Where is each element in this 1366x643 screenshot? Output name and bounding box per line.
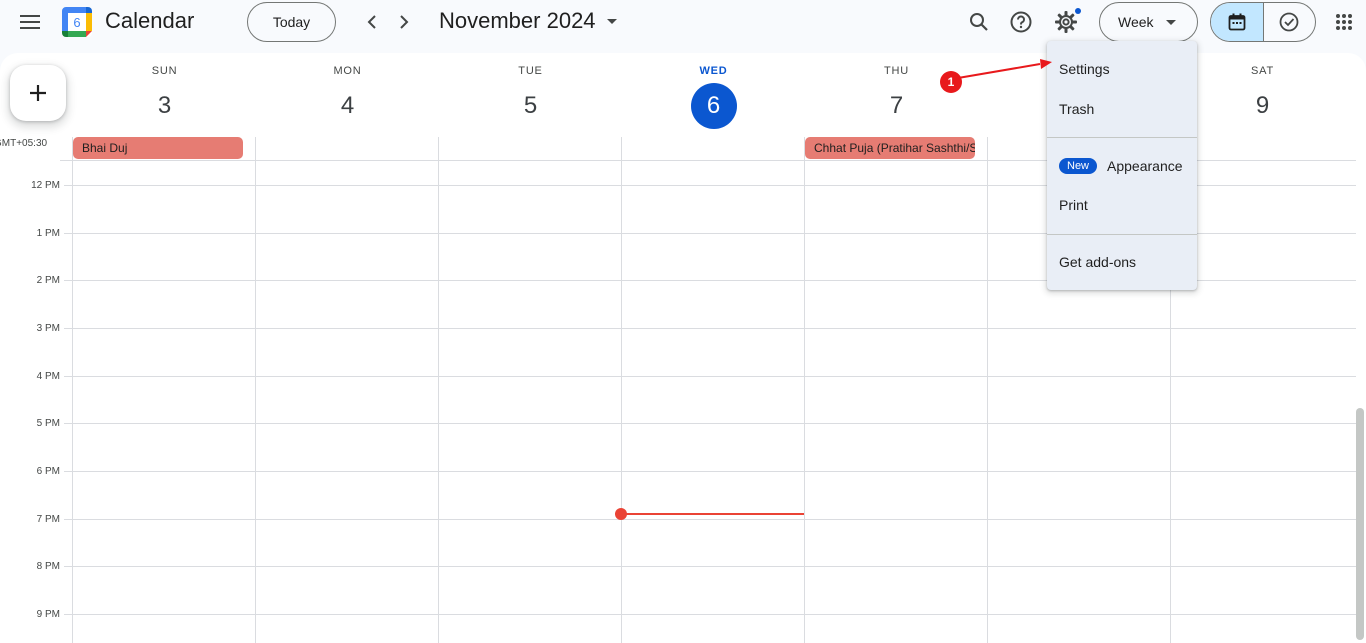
view-select[interactable]: Week — [1099, 2, 1198, 42]
main-menu-button[interactable] — [12, 4, 48, 40]
next-week-button[interactable] — [386, 4, 422, 40]
menu-item-print[interactable]: Print — [1047, 185, 1197, 225]
calendar-icon — [1228, 13, 1246, 31]
day-divider — [987, 137, 988, 643]
hour-line — [64, 566, 1356, 567]
day-divider — [621, 137, 622, 643]
search-icon — [970, 13, 988, 31]
gear-icon — [1055, 11, 1077, 33]
day-of-week: MON — [333, 65, 362, 77]
month-title[interactable]: November 2024 — [439, 8, 596, 34]
day-header-thu[interactable]: THU 7 — [805, 65, 988, 129]
current-time-line — [621, 513, 804, 515]
event-bhai-duj[interactable]: Bhai Duj — [73, 137, 243, 159]
calendar-logo-icon: 6 — [62, 7, 92, 37]
menu-item-add-ons[interactable]: Get add-ons — [1047, 242, 1197, 282]
new-badge: New — [1059, 158, 1098, 174]
day-divider — [804, 137, 805, 643]
hour-label: 1 PM — [36, 228, 60, 239]
hour-line — [64, 519, 1356, 520]
day-of-week: SAT — [1251, 65, 1274, 77]
tasks-view-button[interactable] — [1262, 3, 1316, 41]
hour-label: 12 PM — [31, 180, 60, 191]
plus-icon — [30, 85, 46, 101]
search-button[interactable] — [961, 4, 997, 40]
chevron-left-icon — [367, 15, 376, 29]
create-button[interactable] — [10, 65, 66, 121]
hour-label: 5 PM — [36, 418, 60, 429]
help-button[interactable] — [1003, 4, 1039, 40]
month-dropdown-icon[interactable] — [607, 19, 617, 24]
hour-label: 3 PM — [36, 323, 60, 334]
day-of-week: SUN — [151, 65, 178, 77]
day-header-sun[interactable]: SUN 3 — [73, 65, 256, 129]
app-name: Calendar — [105, 8, 195, 33]
hour-line — [64, 376, 1356, 377]
day-number[interactable]: 9 — [1240, 83, 1286, 129]
hour-label: 2 PM — [36, 275, 60, 286]
timezone-label: GMT+05:30 — [0, 138, 48, 149]
chevron-right-icon — [400, 15, 409, 29]
top-bar: 6 Calendar Today November 2024 Week — [0, 0, 1366, 44]
hour-line — [64, 328, 1356, 329]
menu-item-label: Appearance — [1107, 158, 1183, 174]
day-of-week: TUE — [518, 65, 543, 77]
day-divider — [438, 137, 439, 643]
day-of-week: THU — [883, 65, 909, 77]
menu-item-settings[interactable]: Settings — [1047, 49, 1197, 89]
day-header-wed-today[interactable]: WED 6 — [622, 65, 805, 129]
notification-dot — [1075, 8, 1081, 14]
day-of-week: WED — [699, 65, 728, 77]
day-number[interactable]: 5 — [508, 83, 554, 129]
day-number[interactable]: 4 — [325, 83, 371, 129]
day-header-tue[interactable]: TUE 5 — [439, 65, 622, 129]
help-icon — [1010, 11, 1032, 33]
scrollbar[interactable] — [1356, 408, 1364, 640]
previous-week-button[interactable] — [354, 4, 390, 40]
hour-line — [64, 614, 1356, 615]
view-select-label: Week — [1118, 14, 1154, 30]
hour-label: 6 PM — [36, 466, 60, 477]
menu-divider — [1047, 234, 1197, 235]
day-header-mon[interactable]: MON 4 — [256, 65, 439, 129]
menu-divider — [1047, 137, 1197, 138]
day-divider — [255, 137, 256, 643]
settings-button[interactable] — [1048, 4, 1084, 40]
logo-day: 6 — [73, 15, 80, 30]
chevron-down-icon — [1166, 20, 1176, 25]
hour-label: 8 PM — [36, 561, 60, 572]
day-number[interactable]: 7 — [874, 83, 920, 129]
day-header-sat[interactable]: SAT 9 — [1171, 65, 1354, 129]
hour-line — [64, 423, 1356, 424]
hour-line — [64, 471, 1356, 472]
hour-label: 7 PM — [36, 514, 60, 525]
apps-button[interactable] — [1326, 4, 1362, 40]
step-marker: 1 — [940, 71, 962, 93]
calendar-view-button[interactable] — [1211, 3, 1263, 41]
settings-menu: Settings Trash New Appearance Print Get … — [1047, 41, 1197, 290]
menu-item-appearance[interactable]: New Appearance — [1047, 146, 1197, 186]
day-number[interactable]: 6 — [690, 83, 737, 129]
hamburger-icon — [20, 15, 40, 29]
today-button[interactable]: Today — [247, 2, 336, 42]
event-chhat-puja[interactable]: Chhat Puja (Pratihar Sashthi/Surya Sasht… — [805, 137, 975, 159]
apps-grid-icon — [1336, 14, 1352, 30]
day-divider — [72, 137, 73, 643]
calendar-app: 6 Calendar Today November 2024 Week SUN … — [0, 0, 1366, 643]
view-toggle — [1210, 2, 1316, 42]
menu-item-trash[interactable]: Trash — [1047, 89, 1197, 129]
day-number[interactable]: 3 — [142, 83, 188, 129]
hour-label: 4 PM — [36, 371, 60, 382]
check-circle-icon — [1279, 12, 1299, 32]
hour-label: 9 PM — [36, 609, 60, 620]
